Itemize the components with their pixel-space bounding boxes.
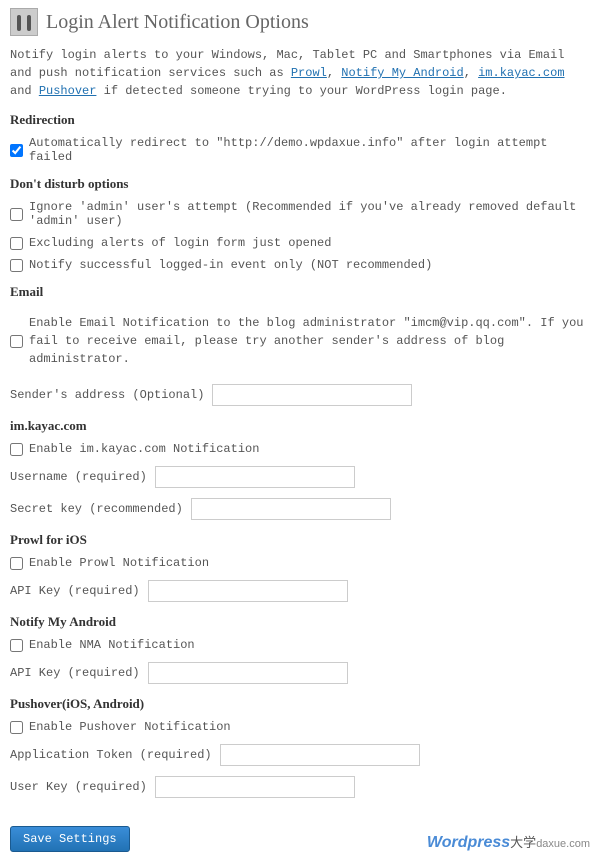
input-kayac-secret[interactable]	[191, 498, 391, 520]
section-kayac: im.kayac.com	[10, 418, 590, 434]
page-title: Login Alert Notification Options	[46, 11, 309, 34]
label-enable-email[interactable]: Enable Email Notification to the blog ad…	[29, 314, 590, 368]
label-kayac-secret: Secret key (recommended)	[10, 502, 183, 516]
label-enable-prowl[interactable]: Enable Prowl Notification	[29, 556, 209, 570]
section-email: Email	[10, 284, 590, 300]
link-pushover[interactable]: Pushover	[39, 84, 97, 98]
watermark-domain: daxue.com	[536, 838, 590, 850]
checkbox-auto-redirect[interactable]	[10, 144, 23, 157]
row-enable-email: Enable Email Notification to the blog ad…	[10, 308, 590, 374]
save-settings-button[interactable]: Save Settings	[10, 826, 130, 852]
row-enable-pushover: Enable Pushover Notification	[10, 720, 590, 734]
row-ignore-admin: Ignore 'admin' user's attempt (Recommend…	[10, 200, 590, 228]
checkbox-enable-kayac[interactable]	[10, 443, 23, 456]
checkbox-enable-nma[interactable]	[10, 639, 23, 652]
label-enable-kayac[interactable]: Enable im.kayac.com Notification	[29, 442, 259, 456]
label-enable-nma[interactable]: Enable NMA Notification	[29, 638, 195, 652]
label-prowl-apikey: API Key (required)	[10, 584, 140, 598]
input-prowl-apikey[interactable]	[148, 580, 348, 602]
section-redirection: Redirection	[10, 112, 590, 128]
checkbox-success-only[interactable]	[10, 259, 23, 272]
settings-icon	[10, 8, 38, 36]
watermark-cn: 大学	[510, 832, 536, 851]
row-enable-prowl: Enable Prowl Notification	[10, 556, 590, 570]
checkbox-enable-prowl[interactable]	[10, 557, 23, 570]
checkbox-enable-pushover[interactable]	[10, 721, 23, 734]
link-im-kayac[interactable]: im.kayac.com	[478, 66, 564, 80]
label-enable-pushover[interactable]: Enable Pushover Notification	[29, 720, 231, 734]
row-pushover-userkey: User Key (required)	[10, 776, 590, 798]
checkbox-excluding-alerts[interactable]	[10, 237, 23, 250]
checkbox-enable-email[interactable]	[10, 335, 23, 348]
watermark-wordpress: Wordpress	[427, 834, 510, 852]
section-nma: Notify My Android	[10, 614, 590, 630]
row-kayac-username: Username (required)	[10, 466, 590, 488]
row-success-only: Notify successful logged-in event only (…	[10, 258, 590, 272]
input-nma-apikey[interactable]	[148, 662, 348, 684]
row-nma-apikey: API Key (required)	[10, 662, 590, 684]
label-pushover-apptoken: Application Token (required)	[10, 748, 212, 762]
link-notify-my-android[interactable]: Notify My Android	[341, 66, 463, 80]
label-auto-redirect[interactable]: Automatically redirect to "http://demo.w…	[29, 136, 590, 164]
label-ignore-admin[interactable]: Ignore 'admin' user's attempt (Recommend…	[29, 200, 590, 228]
label-success-only[interactable]: Notify successful logged-in event only (…	[29, 258, 432, 272]
input-pushover-apptoken[interactable]	[220, 744, 420, 766]
row-excluding-alerts: Excluding alerts of login form just open…	[10, 236, 590, 250]
label-excluding-alerts[interactable]: Excluding alerts of login form just open…	[29, 236, 331, 250]
input-sender-address[interactable]	[212, 384, 412, 406]
row-enable-nma: Enable NMA Notification	[10, 638, 590, 652]
label-pushover-userkey: User Key (required)	[10, 780, 147, 794]
row-enable-kayac: Enable im.kayac.com Notification	[10, 442, 590, 456]
row-prowl-apikey: API Key (required)	[10, 580, 590, 602]
page-title-bar: Login Alert Notification Options	[10, 8, 590, 36]
row-pushover-apptoken: Application Token (required)	[10, 744, 590, 766]
row-sender-address: Sender's address (Optional)	[10, 384, 590, 406]
row-kayac-secret: Secret key (recommended)	[10, 498, 590, 520]
section-pushover: Pushover(iOS, Android)	[10, 696, 590, 712]
watermark: Wordpress 大学 daxue.com	[427, 832, 590, 852]
checkbox-ignore-admin[interactable]	[10, 208, 23, 221]
section-dnd: Don't disturb options	[10, 176, 590, 192]
link-prowl[interactable]: Prowl	[291, 66, 327, 80]
label-nma-apikey: API Key (required)	[10, 666, 140, 680]
row-auto-redirect: Automatically redirect to "http://demo.w…	[10, 136, 590, 164]
section-prowl: Prowl for iOS	[10, 532, 590, 548]
intro-text: Notify login alerts to your Windows, Mac…	[10, 46, 590, 100]
label-kayac-username: Username (required)	[10, 470, 147, 484]
input-pushover-userkey[interactable]	[155, 776, 355, 798]
label-sender-address: Sender's address (Optional)	[10, 388, 204, 402]
input-kayac-username[interactable]	[155, 466, 355, 488]
